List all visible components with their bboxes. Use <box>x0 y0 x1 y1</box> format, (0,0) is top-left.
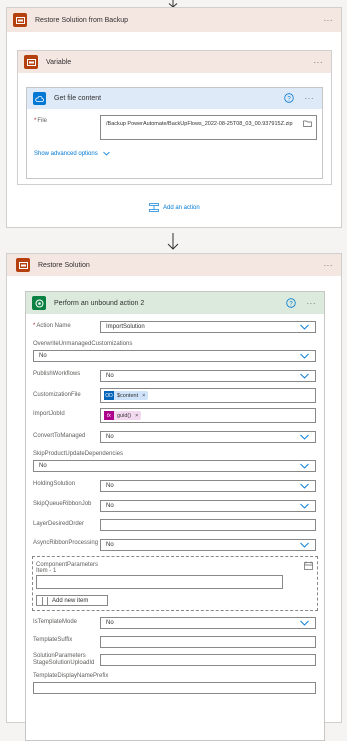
scope-header[interactable]: Restore Solution from Backup ··· <box>7 8 341 32</box>
customization-file-label: CustomizationFile <box>33 392 81 398</box>
action-perform-unbound: Perform an unbound action 2 ? ··· Action… <box>25 291 325 741</box>
flow-arrow-middle <box>166 233 180 250</box>
chevron-down-icon <box>300 620 309 626</box>
add-new-item-button[interactable]: Add new item <box>36 595 108 606</box>
more-options-icon[interactable]: ··· <box>324 16 334 25</box>
remove-token-icon[interactable]: × <box>142 393 145 399</box>
show-advanced-options-link[interactable]: Show advanced options <box>34 151 111 157</box>
file-path: /Backup PowerAutomate/BackUpFlows_2022-0… <box>106 121 293 127</box>
add-action-label: Add an action <box>163 204 200 211</box>
holding-solution-label: HoldingSolution <box>33 481 76 487</box>
more-options-icon[interactable]: ··· <box>314 58 324 67</box>
chevron-down-icon <box>300 434 309 440</box>
scope-header[interactable]: Restore Solution ··· <box>7 254 341 276</box>
remove-token-icon[interactable]: × <box>135 413 138 419</box>
template-suffix-label: TemplateSuffix <box>33 637 73 643</box>
template-suffix-input[interactable] <box>100 636 316 648</box>
action-title: Perform an unbound action 2 <box>54 299 145 307</box>
scope-restore-from-backup: Restore Solution from Backup ··· Variabl… <box>6 7 342 228</box>
svg-text:?: ? <box>289 301 293 307</box>
chevron-down-icon <box>300 503 309 509</box>
chevron-down-icon <box>103 151 111 156</box>
async-ribbon-dropdown[interactable]: No <box>100 539 316 551</box>
scope-icon <box>16 258 30 272</box>
action-title: Get file content <box>54 95 102 102</box>
chevron-down-icon <box>300 483 309 489</box>
more-options-icon[interactable]: ··· <box>307 299 317 308</box>
chevron-down-icon <box>300 353 309 359</box>
action-header[interactable]: Perform an unbound action 2 ? ··· <box>26 292 324 314</box>
convert-to-managed-dropdown[interactable]: No <box>100 431 316 443</box>
content-token[interactable]: OD $content × <box>104 391 149 400</box>
import-job-id-input[interactable]: fx guid() × <box>100 408 316 423</box>
is-template-mode-label: IsTemplateMode <box>33 619 78 625</box>
help-icon[interactable]: ? <box>286 298 296 308</box>
onedrive-icon: OD <box>104 391 114 400</box>
more-options-icon[interactable]: ··· <box>324 261 334 270</box>
svg-text:?: ? <box>287 96 291 102</box>
overwrite-label: OverwriteUnmanagedCustomizations <box>33 341 133 347</box>
action-header[interactable]: Get file content ? ··· <box>27 88 322 109</box>
cloud-icon <box>33 92 46 105</box>
import-job-id-label: ImportJobId <box>33 411 65 417</box>
expression-token[interactable]: fx guid() × <box>104 411 142 420</box>
skip-product-update-dropdown[interactable]: No <box>33 460 316 472</box>
dataverse-icon <box>32 296 46 310</box>
action-name-dropdown[interactable]: ImportSolution <box>100 321 316 333</box>
scope-icon <box>13 13 27 27</box>
scope-title: Restore Solution from Backup <box>35 16 128 24</box>
chevron-down-icon <box>300 373 309 379</box>
solution-parameters-input[interactable] <box>100 654 316 666</box>
file-label: File <box>34 118 47 124</box>
component-parameters-item-input[interactable] <box>36 575 283 589</box>
skip-queue-ribbon-dropdown[interactable]: No <box>100 500 316 512</box>
chevron-down-icon <box>300 542 309 548</box>
folder-icon[interactable] <box>303 120 312 127</box>
async-ribbon-label: AsyncRibbonProcessing <box>33 540 99 546</box>
action-get-file-content: Get file content ? ··· File /Backup Powe… <box>26 87 323 179</box>
is-template-mode-dropdown[interactable]: No <box>100 617 316 629</box>
convert-to-managed-label: ConvertToManaged <box>33 433 86 439</box>
overwrite-dropdown[interactable]: No <box>33 350 316 362</box>
layer-desired-order-input[interactable] <box>100 519 316 531</box>
publish-workflows-label: PublishWorkflows <box>33 371 81 377</box>
add-action-button[interactable]: Add an action <box>149 203 200 212</box>
chevron-down-icon <box>300 324 309 330</box>
function-icon: fx <box>104 411 114 420</box>
skip-product-update-label: SkipProductUpdateDependencies <box>33 451 124 457</box>
scope-icon <box>24 55 38 69</box>
action-name-label: Action Name <box>33 323 70 329</box>
component-parameters-array: ComponentParameters Item - 1 Add new ite… <box>32 556 318 611</box>
scope-title: Restore Solution <box>38 261 90 269</box>
scope-variable: Variable ··· Get file content ? ··· File… <box>17 50 332 185</box>
holding-solution-dropdown[interactable]: No <box>100 480 316 492</box>
help-icon[interactable]: ? <box>284 93 294 103</box>
scope-title: Variable <box>46 58 72 66</box>
add-action-icon <box>149 203 159 212</box>
template-display-name-label: TemplateDisplayNamePrefix <box>33 673 109 679</box>
chevron-down-icon <box>300 463 309 469</box>
customization-file-input[interactable]: OD $content × <box>100 388 316 403</box>
scope-restore-solution: Restore Solution ··· Perform an unbound … <box>6 253 342 741</box>
component-parameters-item-label: Item - 1 <box>36 568 57 574</box>
more-options-icon[interactable]: ··· <box>305 94 315 103</box>
template-display-name-input[interactable] <box>33 682 316 694</box>
add-item-icon <box>42 596 48 605</box>
file-input[interactable]: /Backup PowerAutomate/BackUpFlows_2022-0… <box>100 115 317 140</box>
solution-parameters-label: SolutionParameters StageSolutionUploadId <box>33 653 95 666</box>
layer-desired-order-label: LayerDesiredOrder <box>33 521 85 527</box>
publish-workflows-dropdown[interactable]: No <box>100 370 316 382</box>
scope-header[interactable]: Variable ··· <box>18 51 331 73</box>
skip-queue-ribbon-label: SkipQueueRibbonJob <box>33 501 92 507</box>
switch-to-text-mode-icon[interactable] <box>304 561 313 570</box>
